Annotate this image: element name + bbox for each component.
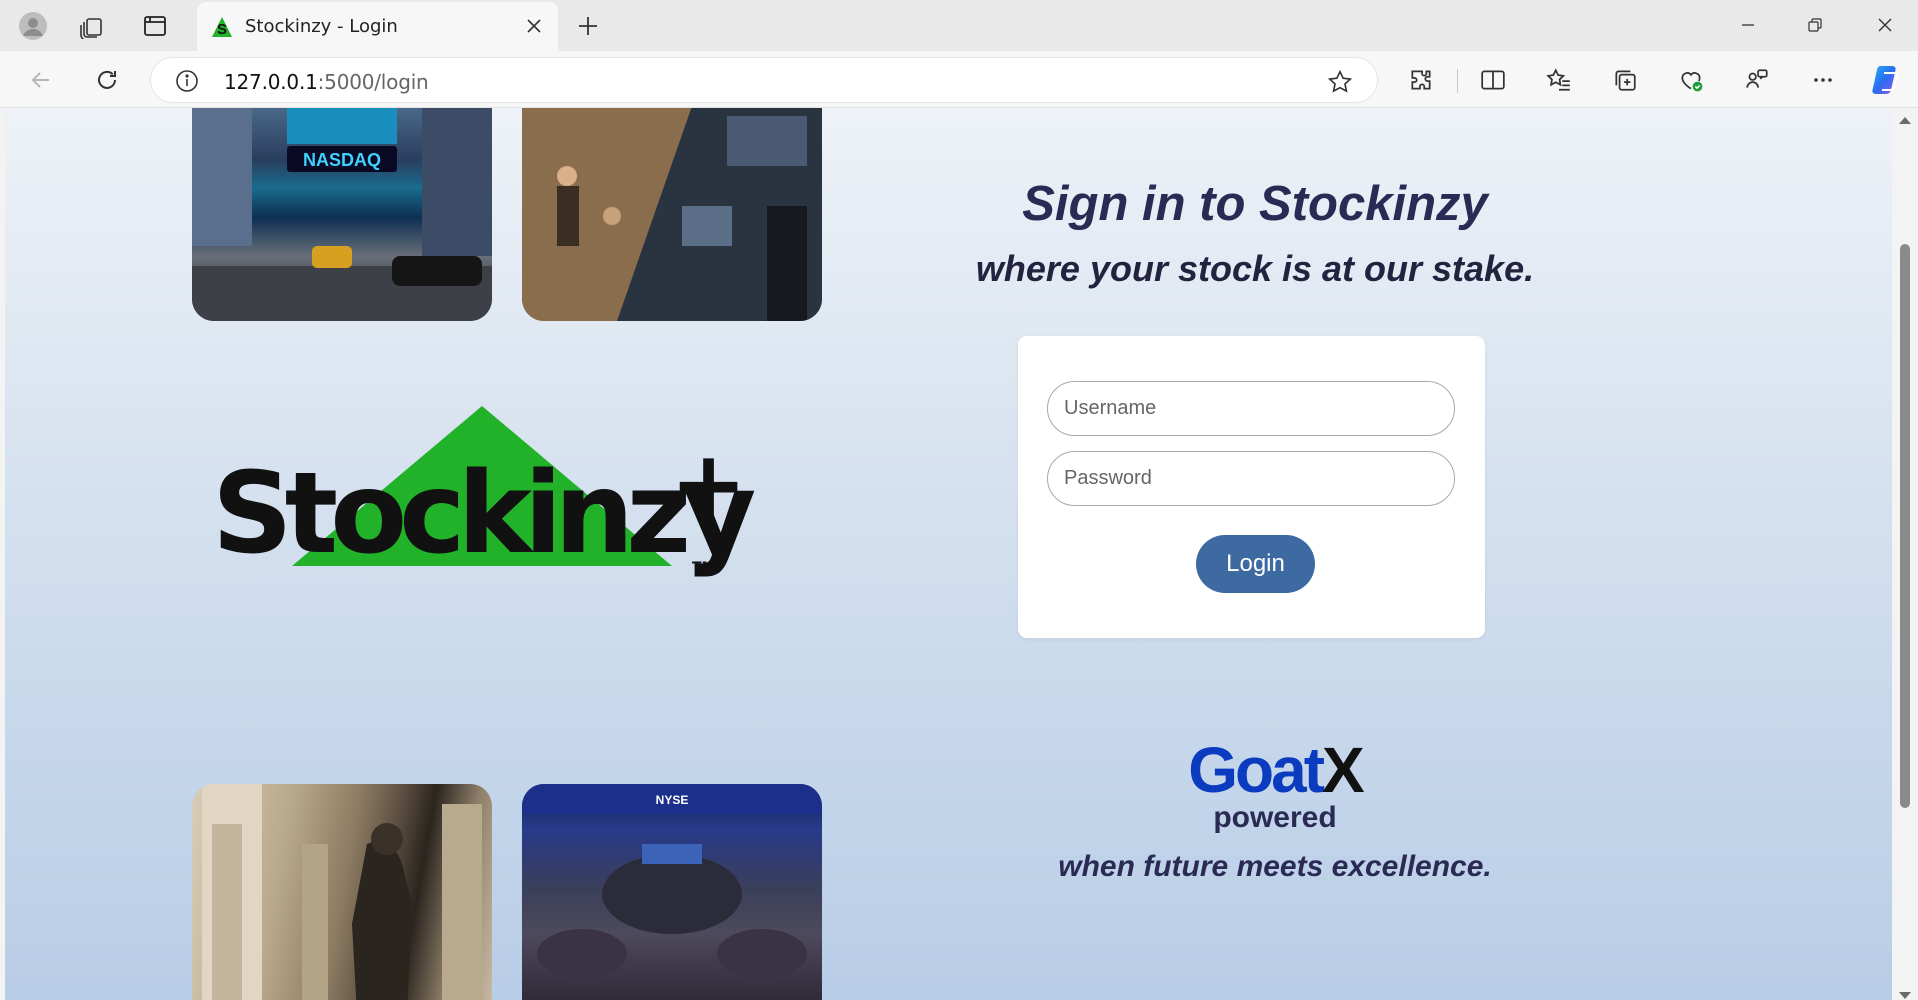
powered-label: powered — [1213, 801, 1337, 834]
refresh-icon[interactable] — [88, 61, 126, 99]
stockinzy-logo: Stockinzy + TM — [212, 406, 772, 626]
url-text: 127.0.0.1:5000/login — [224, 70, 429, 94]
scrollbar-thumb[interactable] — [1900, 244, 1910, 808]
federal-hall-statue-photo — [192, 784, 492, 1000]
svg-text:NASDAQ: NASDAQ — [303, 150, 381, 170]
page-subtitle: where your stock is at our stake. — [975, 248, 1535, 289]
share-icon[interactable] — [1738, 61, 1776, 99]
url-host: 127.0.0.1 — [224, 70, 318, 94]
restore-icon[interactable] — [1792, 8, 1838, 42]
favorite-star-icon[interactable] — [1327, 69, 1353, 95]
more-options-icon[interactable] — [1804, 61, 1842, 99]
username-input[interactable] — [1047, 381, 1455, 436]
browser-essentials-icon[interactable] — [1672, 61, 1710, 99]
page-title: Sign in to Stockinzy — [1022, 177, 1488, 231]
goatx-logo-x: X — [1322, 734, 1365, 806]
stockinzy-favicon-icon: S — [211, 16, 233, 38]
svg-text:S: S — [217, 21, 227, 38]
svg-text:NYSE: NYSE — [656, 793, 689, 807]
new-tab-icon[interactable] — [571, 9, 605, 43]
logo-plus: + — [670, 431, 747, 538]
nasdaq-times-square-photo: NASDAQ — [192, 108, 492, 321]
nyse-floor-photo: NYSE — [522, 784, 822, 1000]
login-button[interactable]: Login — [1196, 535, 1315, 593]
tab-title: Stockinzy - Login — [245, 16, 398, 37]
url-path: :5000/login — [317, 70, 429, 94]
trading-floor-split-photo — [522, 108, 822, 321]
scroll-up-arrow-icon[interactable] — [1898, 112, 1912, 124]
split-screen-icon[interactable] — [1474, 61, 1512, 99]
goatx-logo-goat: Goat — [1188, 734, 1325, 806]
site-info-icon[interactable] — [175, 69, 199, 93]
minimize-icon[interactable] — [1725, 8, 1771, 42]
workspaces-icon[interactable] — [75, 9, 109, 43]
tab-stockinzy-login[interactable]: S Stockinzy - Login — [197, 2, 558, 51]
address-bar[interactable]: 127.0.0.1:5000/login — [150, 57, 1378, 103]
profile-avatar-icon[interactable] — [16, 9, 50, 43]
favorites-icon[interactable] — [1540, 61, 1578, 99]
browser-tabbar: S Stockinzy - Login — [0, 0, 1918, 51]
login-form: Login — [1018, 336, 1485, 638]
back-arrow-icon[interactable] — [22, 61, 60, 99]
extensions-icon[interactable] — [1402, 61, 1440, 99]
toolbar-separator — [1457, 69, 1458, 93]
vertical-scrollbar[interactable] — [1892, 108, 1918, 1000]
goatx-logo: GoatX — [1105, 738, 1445, 802]
page-viewport: NASDAQ Stockinzy + TM NYSE Sign in to St… — [5, 108, 1892, 1000]
close-window-icon[interactable] — [1862, 8, 1908, 42]
copilot-icon[interactable] — [1868, 61, 1906, 99]
password-input[interactable] — [1047, 451, 1455, 506]
tab-actions-icon[interactable] — [138, 9, 172, 43]
logo-trademark: TM — [692, 560, 715, 576]
scroll-down-arrow-icon[interactable] — [1898, 988, 1912, 999]
browser-addressbar: 127.0.0.1:5000/login — [0, 51, 1918, 108]
tagline: when future meets excellence. — [1058, 850, 1492, 883]
collections-icon[interactable] — [1606, 61, 1644, 99]
close-tab-icon[interactable] — [522, 14, 546, 38]
